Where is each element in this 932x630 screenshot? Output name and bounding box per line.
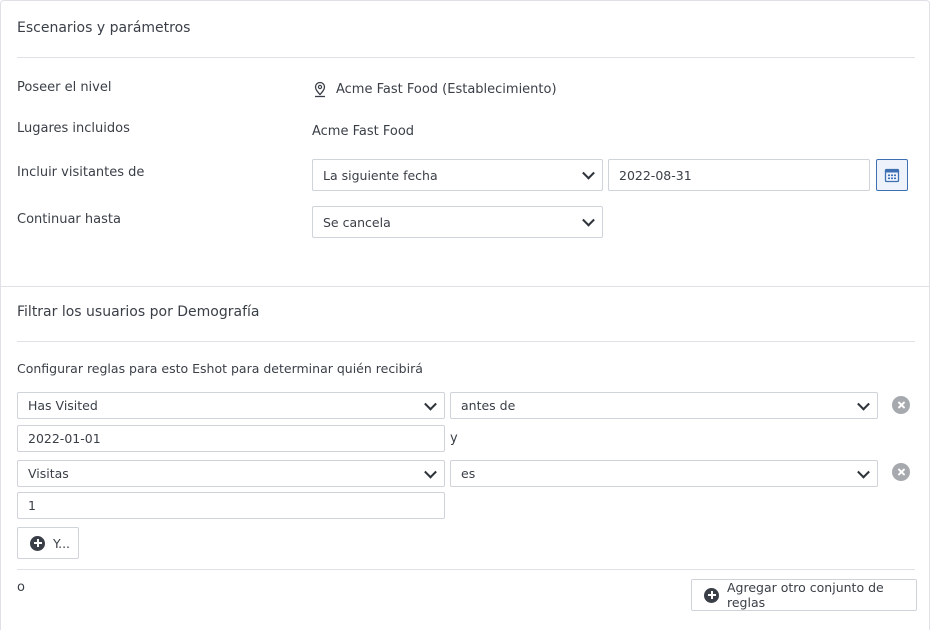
- include-visitors-date-input[interactable]: 2022-08-31: [608, 159, 870, 191]
- rule-1-field-value: Has Visited: [28, 398, 98, 413]
- own-level-label: Poseer el nivel: [17, 80, 112, 95]
- chevron-down-icon: [582, 213, 595, 227]
- calendar-icon: [884, 167, 900, 183]
- continue-select-value: Se cancela: [323, 214, 391, 230]
- chevron-down-icon: [424, 465, 437, 479]
- own-level-text: Acme Fast Food (Establecimiento): [336, 82, 557, 97]
- continue-label: Continuar hasta: [17, 212, 121, 227]
- add-and-rule-button[interactable]: Y...: [17, 527, 79, 559]
- chevron-down-icon: [582, 166, 595, 180]
- divider: [17, 57, 915, 58]
- chevron-down-icon: [857, 397, 870, 411]
- eshot-settings-panel: Escenarios y parámetros Poseer el nivel …: [0, 0, 930, 630]
- rule-1-value-input[interactable]: 2022-01-01: [17, 425, 445, 452]
- rule-2-value: 1: [28, 498, 36, 513]
- rule-2-operator-select[interactable]: es: [450, 460, 878, 487]
- rule-2-value-input[interactable]: 1: [17, 492, 445, 519]
- demography-description: Configurar reglas para esto Eshot para d…: [17, 361, 423, 376]
- places-value: Acme Fast Food: [312, 124, 415, 139]
- chevron-down-icon: [424, 397, 437, 411]
- location-pin-icon: [312, 81, 328, 98]
- remove-rule-2-icon[interactable]: [892, 463, 910, 481]
- rule-1-operator-value: antes de: [461, 398, 516, 413]
- include-visitors-date-value: 2022-08-31: [619, 167, 692, 183]
- rule-1-operator-select[interactable]: antes de: [450, 392, 878, 419]
- own-level-value: Acme Fast Food (Establecimiento): [312, 81, 557, 98]
- rule-2-field-select[interactable]: Visitas: [17, 460, 445, 487]
- include-visitors-select-value: La siguiente fecha: [323, 167, 438, 183]
- include-visitors-select[interactable]: La siguiente fecha: [312, 159, 603, 191]
- add-ruleset-label: Agregar otro conjunto de reglas: [727, 580, 884, 610]
- rule-2-field-value: Visitas: [28, 466, 69, 481]
- add-ruleset-button[interactable]: Agregar otro conjunto de reglas: [691, 579, 917, 611]
- divider: [17, 341, 915, 342]
- rule-1-field-select[interactable]: Has Visited: [17, 392, 445, 419]
- calendar-button[interactable]: [876, 159, 908, 191]
- plus-circle-icon: [704, 587, 719, 603]
- rule-1-value: 2022-01-01: [28, 431, 101, 446]
- add-and-rule-label: Y...: [53, 535, 71, 551]
- rule-2-operator-value: es: [461, 466, 476, 481]
- demography-title: Filtrar los usuarios por Demografía: [17, 304, 260, 320]
- include-visitors-label: Incluir visitantes de: [17, 165, 145, 180]
- places-label: Lugares incluidos: [17, 121, 130, 136]
- scenarios-title: Escenarios y parámetros: [17, 20, 191, 36]
- remove-rule-1-icon[interactable]: [892, 396, 910, 414]
- rule-joiner: y: [450, 431, 458, 446]
- chevron-down-icon: [857, 465, 870, 479]
- plus-circle-icon: [30, 535, 45, 551]
- or-label: o: [17, 580, 25, 595]
- continue-select[interactable]: Se cancela: [312, 206, 603, 238]
- section-divider: [1, 286, 929, 287]
- divider: [17, 569, 915, 570]
